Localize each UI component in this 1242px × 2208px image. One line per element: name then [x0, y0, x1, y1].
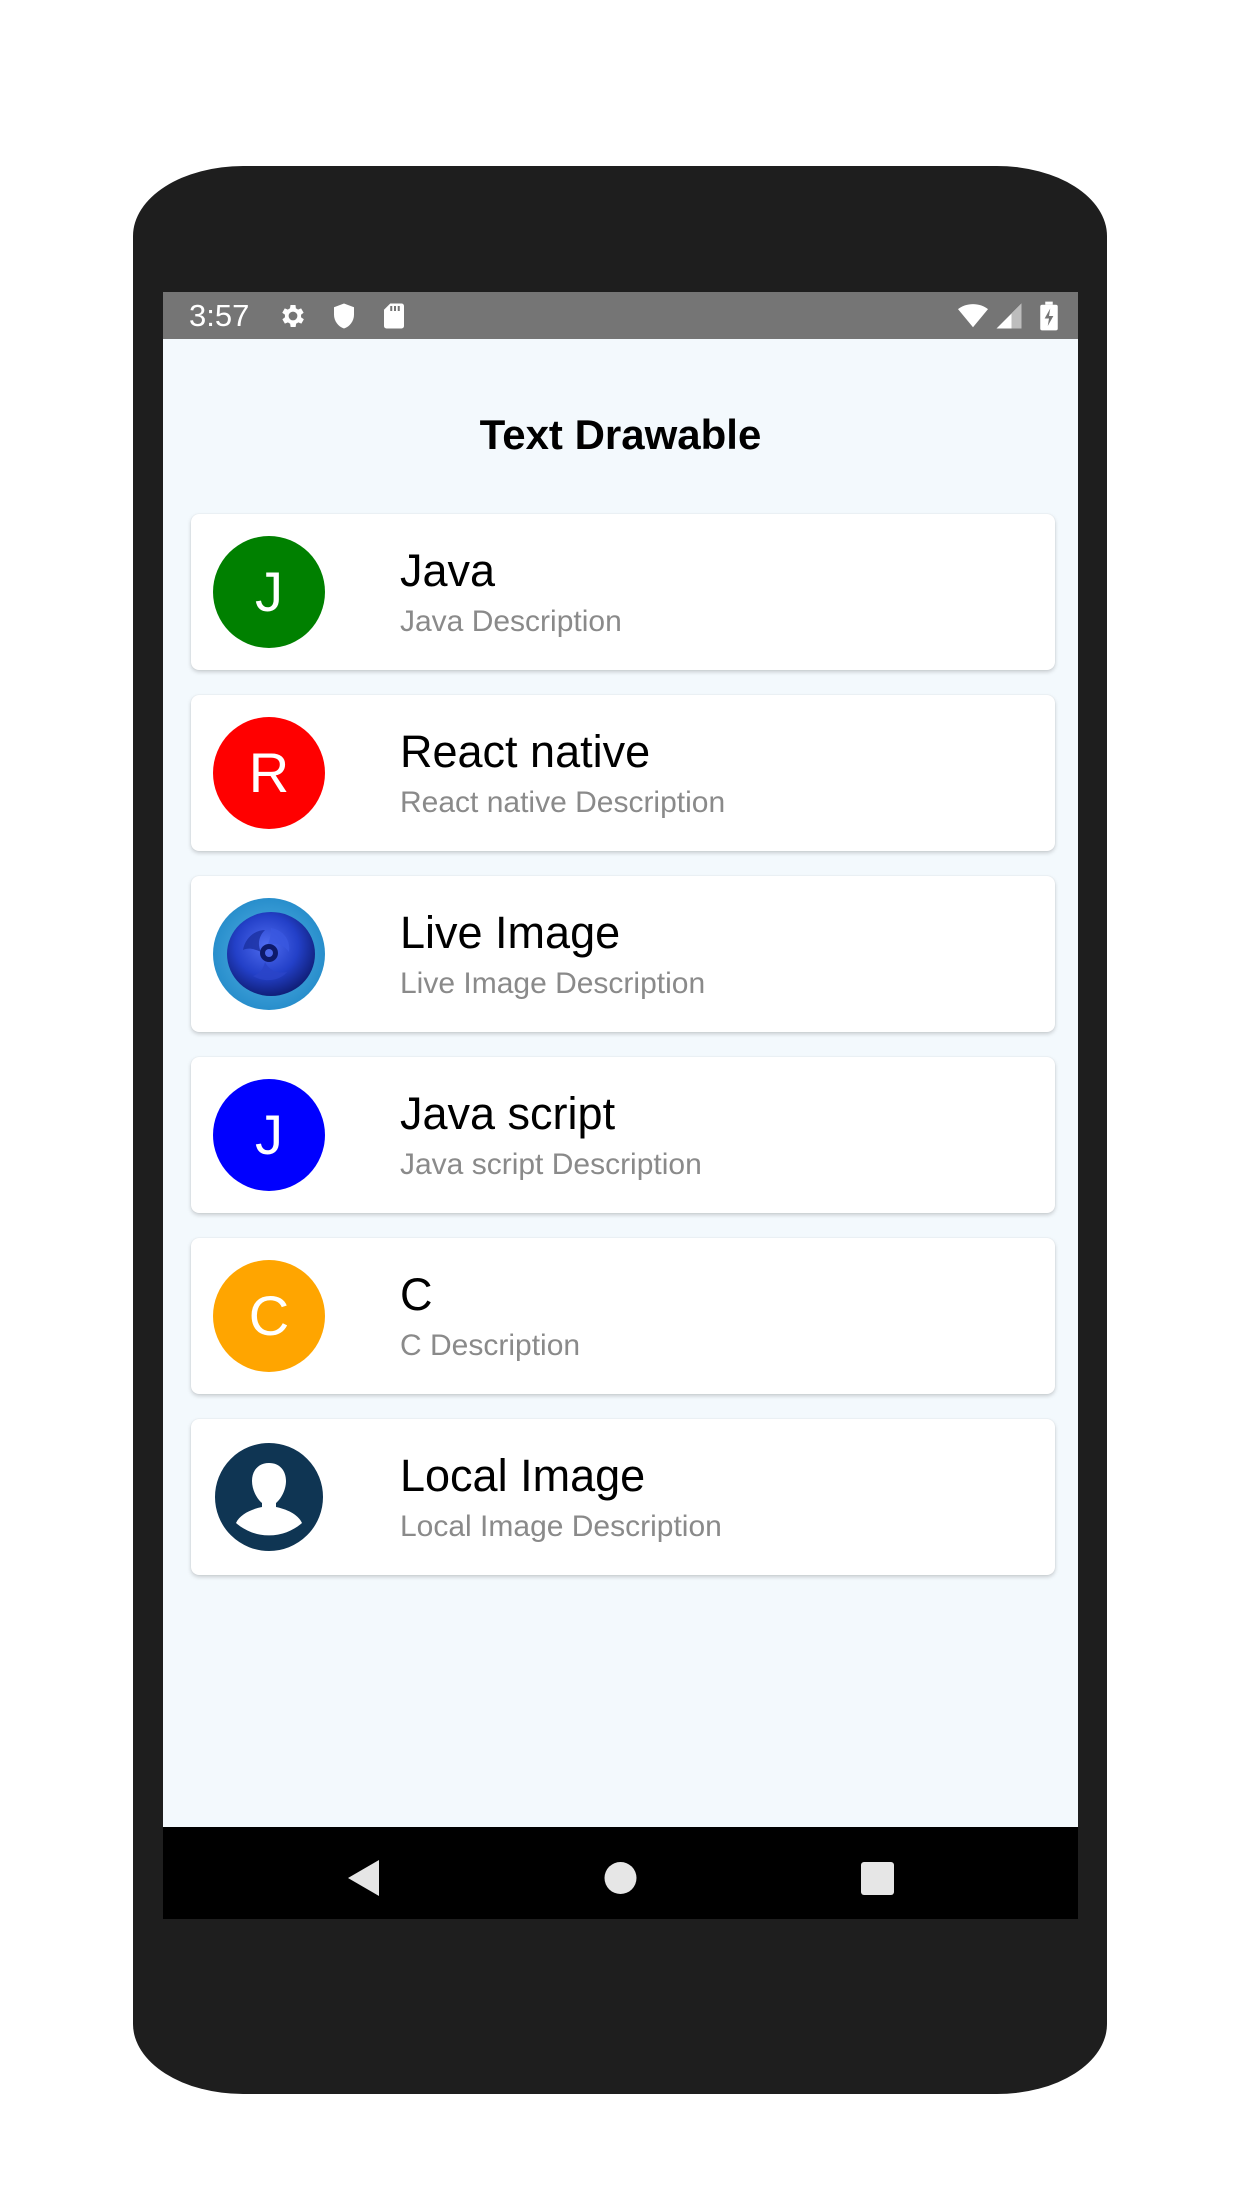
avatar: J — [213, 1079, 325, 1191]
recents-icon[interactable] — [827, 1827, 928, 1919]
phone-screen: 3:57 Text Drawable J Java Java Descripti… — [163, 292, 1078, 1919]
sd-card-icon — [384, 303, 404, 329]
item-description: React native Description — [400, 786, 726, 819]
item-title: Local Image — [400, 1450, 646, 1501]
list-item[interactable]: R React native React native Description — [191, 695, 1055, 851]
navigation-bar — [163, 1827, 1078, 1919]
item-title: Java — [400, 545, 496, 596]
item-title: Java script — [400, 1088, 616, 1139]
blue-rose-image — [213, 898, 325, 1010]
item-description: Live Image Description — [400, 967, 706, 1000]
list-item[interactable]: Local Image Local Image Description — [191, 1419, 1055, 1575]
list-item[interactable]: J Java Java Description — [191, 514, 1055, 670]
avatar: R — [213, 717, 325, 829]
avatar: C — [213, 1260, 325, 1372]
shield-icon — [334, 303, 354, 329]
gear-icon — [282, 305, 304, 327]
status-time: 3:57 — [189, 298, 250, 333]
cell-signal-icon — [996, 303, 1022, 329]
item-description: Java Description — [400, 605, 622, 638]
back-icon[interactable] — [313, 1827, 414, 1919]
item-description: C Description — [400, 1329, 581, 1362]
list-item[interactable]: Live Image Live Image Description — [191, 876, 1055, 1032]
page-title: Text Drawable — [479, 411, 762, 458]
device-frame: 3:57 Text Drawable J Java Java Descripti… — [0, 0, 1242, 2208]
battery-charging-icon — [1040, 301, 1058, 331]
avatar-image-blue-rose — [213, 898, 325, 1010]
list-item[interactable]: J Java script Java script Description — [191, 1057, 1055, 1213]
item-title: React native — [400, 726, 651, 777]
item-description: Java script Description — [400, 1148, 702, 1181]
home-icon[interactable] — [570, 1827, 671, 1919]
user-silhouette-icon — [213, 1441, 325, 1553]
wifi-icon — [958, 304, 988, 328]
avatar: J — [213, 536, 325, 648]
list-item[interactable]: C C C Description — [191, 1238, 1055, 1394]
status-bar: 3:57 — [163, 292, 1078, 339]
item-description: Local Image Description — [400, 1510, 722, 1543]
item-title: C — [400, 1269, 433, 1320]
item-title: Live Image — [400, 907, 621, 958]
avatar-user-silhouette — [213, 1441, 325, 1553]
